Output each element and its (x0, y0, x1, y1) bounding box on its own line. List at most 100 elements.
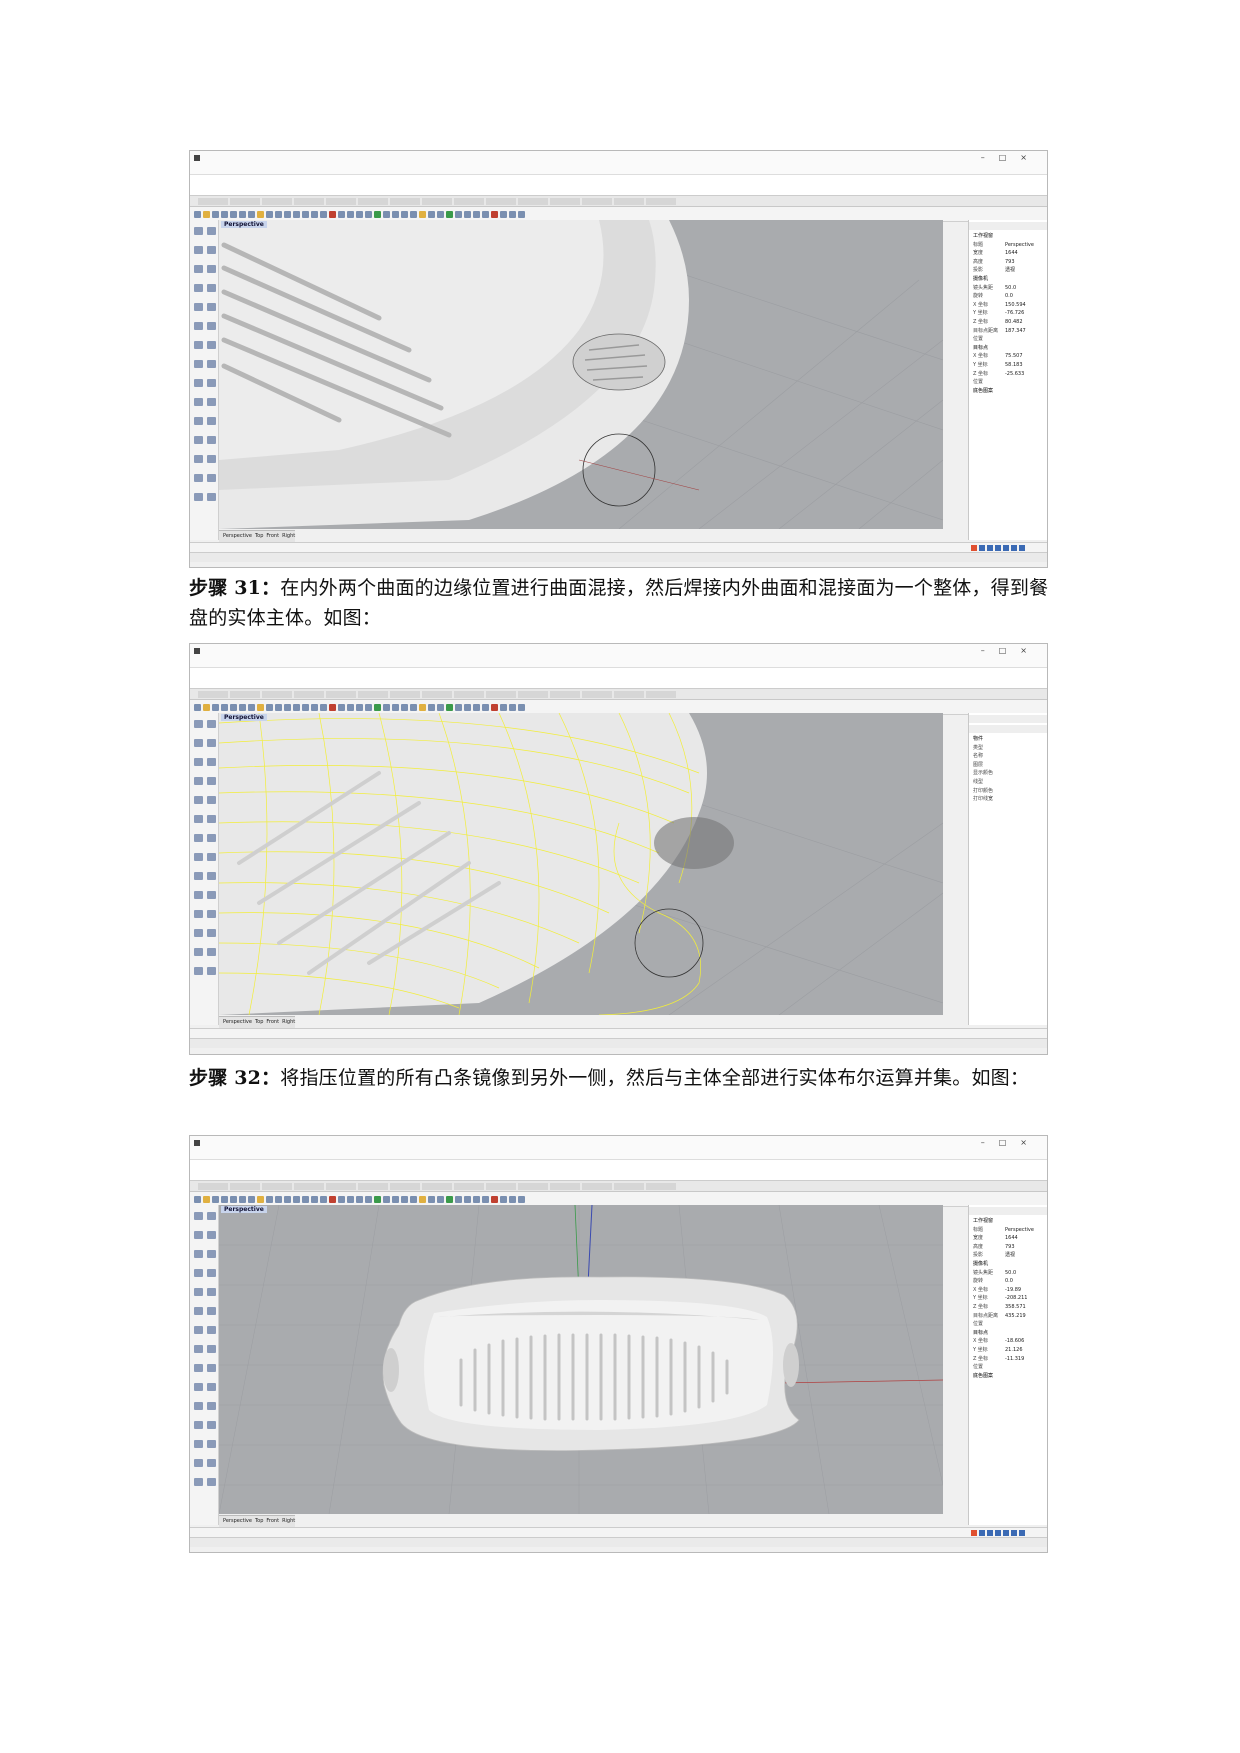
prop-value[interactable]: 187.347 (1005, 327, 1026, 336)
prop-value[interactable]: -18.606 (1005, 1337, 1024, 1346)
prop-value[interactable]: -208.211 (1005, 1294, 1027, 1303)
prop-value[interactable]: -25.633 (1005, 370, 1024, 379)
tab-front[interactable]: Front (266, 1516, 279, 1527)
prop-label: 图层 (973, 761, 984, 768)
status-bar (190, 552, 1047, 562)
menubar[interactable] (190, 1150, 1047, 1160)
toolbar-tabs[interactable] (190, 689, 1047, 700)
prop-label: Z 坐标 (973, 1355, 989, 1362)
prop-value[interactable]: 1644 (1005, 249, 1018, 258)
prop-label: 打印颜色 (973, 787, 994, 794)
prop-value[interactable]: 80.482 (1005, 318, 1023, 327)
prop-value[interactable]: 50.0 (1005, 1269, 1016, 1278)
window-titlebar: –□× (190, 151, 1047, 165)
tab-perspective[interactable]: Perspective (223, 531, 252, 542)
command-history (190, 668, 1047, 689)
properties-panel[interactable]: 工作视窗 标题 Perspective 宽度 1644 高度 793 投影 透视 摄像机… (968, 1205, 1047, 1525)
prop-label: Y 坐标 (973, 310, 988, 317)
prop-value[interactable]: 75.507 (1005, 352, 1023, 361)
prop-value[interactable]: 21.126 (1005, 1346, 1023, 1355)
prop-value[interactable]: -76.726 (1005, 309, 1024, 318)
status-bar (190, 1537, 1047, 1547)
left-toolbar[interactable] (190, 713, 219, 1025)
viewport-tabs[interactable]: Perspective Top Front Right (219, 1016, 296, 1028)
tab-perspective[interactable]: Perspective (223, 1017, 252, 1028)
caption-step-32: 步骤 32：将指压位置的所有凸条镜像到另外一侧，然后与主体全部进行实体布尔运算并… (189, 1063, 1049, 1093)
prop-value[interactable]: 透视 (1005, 1251, 1015, 1260)
properties-panel[interactable]: 工作视窗 标题 Perspective 宽度 1644 高度 793 投影 透视 摄像机… (968, 220, 1047, 540)
left-toolbar[interactable] (190, 1205, 219, 1525)
viewport-tabs[interactable]: Perspective Top Front Right (219, 530, 296, 542)
panel-bottom-icons[interactable] (971, 1528, 1041, 1537)
menubar[interactable] (190, 165, 1047, 175)
tab-right[interactable]: Right (282, 1516, 295, 1527)
osnap-bar[interactable] (190, 1028, 1047, 1038)
perspective-viewport[interactable]: Perspective (219, 1205, 943, 1514)
window-titlebar: –□× (190, 644, 1047, 658)
prop-label: 高度 (973, 1243, 984, 1250)
prop-label: 线型 (973, 778, 984, 785)
prop-value[interactable]: Perspective (1005, 1226, 1034, 1235)
prop-label: Z 坐标 (973, 370, 989, 377)
tab-top[interactable]: Top (255, 1516, 263, 1527)
prop-value[interactable]: 793 (1005, 1243, 1015, 1252)
step-text: 在内外两个曲面的边缘位置进行曲面混接，然后焊接内外曲面和混接面为一个整体，得到餐… (189, 577, 1049, 629)
dish-render (219, 220, 943, 529)
prop-value[interactable]: 0.0 (1005, 1277, 1013, 1286)
prop-label: Y 坐标 (973, 1295, 988, 1302)
prop-label: 目标点距离 (973, 1312, 999, 1319)
menubar[interactable] (190, 658, 1047, 668)
prop-value[interactable]: 50.0 (1005, 284, 1016, 293)
tab-top[interactable]: Top (255, 1017, 263, 1028)
osnap-bar[interactable] (190, 542, 1047, 552)
prop-label: Z 坐标 (973, 1303, 989, 1310)
properties-panel[interactable]: 物件 类型 名称 图层 显示颜色 线型 打印颜色 打印线宽 (968, 713, 1047, 1025)
window-controls[interactable]: –□× (981, 1136, 1041, 1150)
prop-label: 位置 (973, 1364, 984, 1371)
prop-value[interactable]: -19.89 (1005, 1286, 1021, 1295)
rhino-logo-icon (194, 154, 200, 161)
prop-label: 投影 (973, 267, 984, 274)
viewport-label[interactable]: Perspective (221, 714, 267, 721)
viewport-tabs[interactable]: Perspective Top Front Right (219, 1515, 296, 1527)
tab-perspective[interactable]: Perspective (223, 1516, 252, 1527)
window-controls[interactable]: –□× (981, 644, 1041, 658)
dish-render-full (219, 1205, 943, 1514)
prop-value[interactable]: 793 (1005, 258, 1015, 267)
toolbar-tabs[interactable] (190, 1181, 1047, 1192)
prop-value[interactable]: -11.319 (1005, 1355, 1024, 1364)
prop-value[interactable]: 435.219 (1005, 1312, 1026, 1321)
prop-value[interactable]: Perspective (1005, 241, 1034, 250)
tab-top[interactable]: Top (255, 531, 263, 542)
prop-value[interactable]: 透视 (1005, 266, 1015, 275)
prop-label: 名称 (973, 753, 984, 760)
prop-value[interactable]: 0.0 (1005, 292, 1013, 301)
prop-label: 打印线宽 (973, 796, 994, 803)
prop-value[interactable]: 1644 (1005, 1234, 1018, 1243)
prop-label: 类型 (973, 744, 984, 751)
tab-front[interactable]: Front (266, 531, 279, 542)
prop-value[interactable]: 358.571 (1005, 1303, 1026, 1312)
viewport-label[interactable]: Perspective (221, 1206, 267, 1213)
prop-label: 位置 (973, 336, 984, 343)
tab-right[interactable]: Right (282, 1017, 295, 1028)
tab-front[interactable]: Front (266, 1017, 279, 1028)
screenshot-2: –□× Perspective 物件 类型 名称 图层 显示颜色 线型 打印颜色… (189, 643, 1048, 1055)
viewport-label[interactable]: Perspective (221, 221, 267, 228)
toolbar-tabs[interactable] (190, 196, 1047, 207)
perspective-viewport[interactable]: Perspective (219, 713, 943, 1015)
prop-value[interactable]: 58.183 (1005, 361, 1023, 370)
osnap-bar[interactable] (190, 1527, 1047, 1537)
left-toolbar[interactable] (190, 220, 219, 540)
prop-label: 位置 (973, 379, 984, 386)
perspective-viewport[interactable]: Perspective (219, 220, 943, 529)
prop-label: 旋转 (973, 293, 984, 300)
window-controls[interactable]: –□× (981, 151, 1041, 165)
tab-right[interactable]: Right (282, 531, 295, 542)
prop-label: 投影 (973, 1252, 984, 1259)
screenshot-1: –□× Perspective 工作视窗 标题 Perspective 宽度 1… (189, 150, 1048, 568)
step-number: 步骤 32： (189, 1067, 281, 1089)
panel-bottom-icons[interactable] (971, 543, 1041, 552)
step-text: 将指压位置的所有凸条镜像到另外一侧，然后与主体全部进行实体布尔运算并集。如图： (280, 1067, 1030, 1089)
prop-value[interactable]: 150.594 (1005, 301, 1026, 310)
